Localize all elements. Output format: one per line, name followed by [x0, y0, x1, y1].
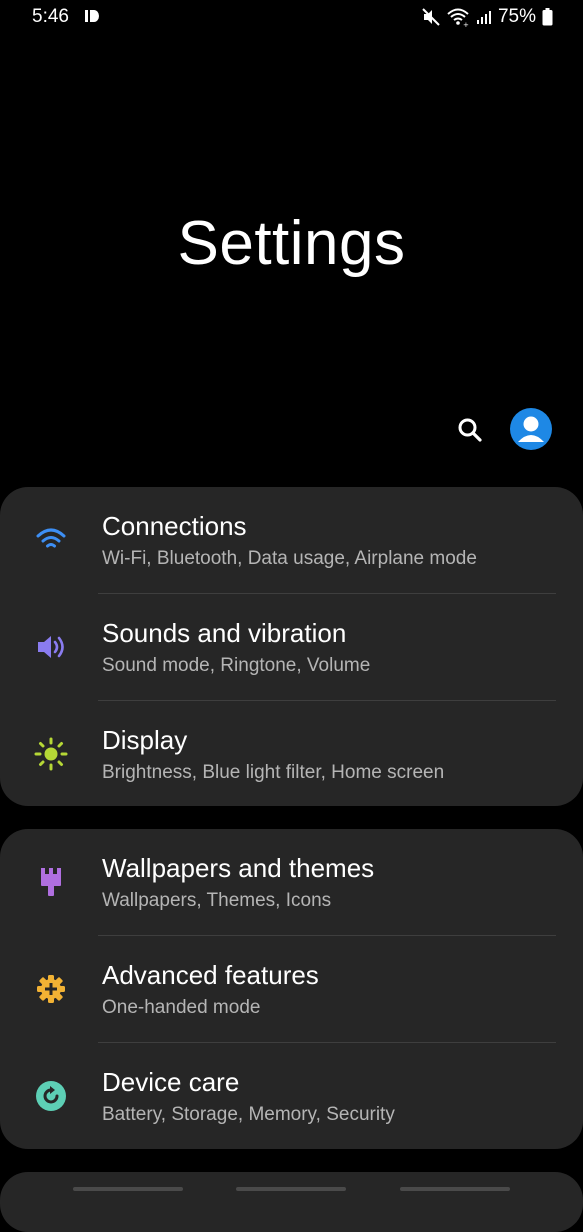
search-icon: [458, 418, 482, 442]
item-title: Sounds and vibration: [102, 618, 347, 648]
item-title: Device care: [102, 1067, 240, 1097]
item-subtitle: Sound mode, Ringtone, Volume: [102, 655, 371, 676]
battery-percent: 75%: [497, 6, 536, 27]
settings-item-sounds[interactable]: Sounds and vibration Sound mode, Rington…: [0, 594, 583, 701]
nav-recents-hint[interactable]: [73, 1187, 183, 1191]
wifi-icon: [32, 521, 70, 559]
settings-group-2: Wallpapers and themes Wallpapers, Themes…: [0, 829, 583, 1149]
signal-icon: [476, 11, 491, 24]
settings-item-device-care[interactable]: Device care Battery, Storage, Memory, Se…: [0, 1043, 583, 1150]
item-subtitle: Wallpapers, Themes, Icons: [102, 890, 332, 911]
item-title: Wallpapers and themes: [102, 853, 375, 883]
nav-back-hint[interactable]: [400, 1187, 510, 1191]
item-title: Display: [102, 725, 188, 755]
account-icon: [518, 416, 544, 442]
status-right: + 75%: [422, 6, 553, 28]
paintbrush-icon: [32, 863, 70, 901]
refresh-icon: [32, 1077, 70, 1115]
settings-item-display[interactable]: Display Brightness, Blue light filter, H…: [0, 701, 583, 808]
settings-item-wallpapers[interactable]: Wallpapers and themes Wallpapers, Themes…: [0, 829, 583, 936]
settings-item-connections[interactable]: Connections Wi-Fi, Bluetooth, Data usage…: [0, 487, 583, 594]
item-subtitle: One-handed mode: [102, 997, 261, 1018]
wifi-calling-icon: +: [447, 8, 469, 27]
page-title: Settings: [177, 209, 406, 278]
settings-group-1: Connections Wi-Fi, Bluetooth, Data usage…: [0, 487, 583, 806]
sun-icon: [32, 735, 70, 773]
id-icon: [85, 10, 99, 22]
battery-icon: [542, 8, 553, 26]
account-button[interactable]: [510, 408, 552, 450]
status-time: 5:46: [32, 6, 69, 27]
mute-icon: [422, 8, 440, 26]
status-bar: 5:46 + 75%: [0, 0, 583, 36]
item-subtitle: Wi-Fi, Bluetooth, Data usage, Airplane m…: [102, 548, 477, 569]
navigation-bar: [0, 1184, 583, 1200]
item-subtitle: Brightness, Blue light filter, Home scre…: [102, 762, 445, 783]
speaker-icon: [32, 628, 70, 666]
item-title: Advanced features: [102, 960, 319, 990]
svg-text:+: +: [463, 21, 469, 27]
search-button[interactable]: [452, 412, 488, 448]
nav-home-hint[interactable]: [236, 1187, 346, 1191]
gear-plus-icon: [32, 970, 70, 1008]
item-title: Connections: [102, 511, 247, 541]
item-subtitle: Battery, Storage, Memory, Security: [102, 1104, 395, 1125]
settings-group-3: [0, 1172, 583, 1232]
settings-item-advanced[interactable]: Advanced features One-handed mode: [0, 936, 583, 1043]
